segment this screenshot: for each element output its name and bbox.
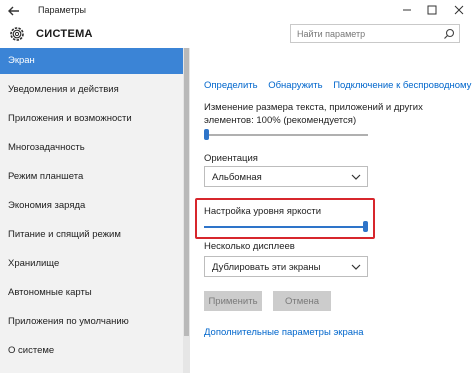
display-links: Определить Обнаружить Подключение к бесп… [204,80,474,91]
sidebar-item-label: Приложения по умолчанию [8,316,129,327]
back-arrow-icon[interactable] [6,3,22,19]
multiple-displays-dropdown[interactable]: Дублировать эти экраны [204,256,368,277]
apply-button-label: Применить [208,296,258,307]
identify-link[interactable]: Определить [204,80,258,91]
wireless-display-link[interactable]: Подключение к беспроводному [333,80,471,91]
sidebar-item-storage[interactable]: Хранилище [0,251,183,277]
sidebar-item-display[interactable]: Экран [0,48,183,74]
close-icon[interactable] [452,3,466,17]
sidebar-scroll-thumb[interactable] [184,48,189,336]
search-placeholder: Найти параметр [297,29,366,39]
window-title: Параметры [38,5,86,15]
detect-link[interactable]: Обнаружить [268,80,322,91]
advanced-display-settings-link[interactable]: Дополнительные параметры экрана [204,327,364,338]
maximize-icon[interactable] [425,3,439,17]
sidebar-item-label: Хранилище [8,258,60,269]
sidebar-item-label: Приложения и возможности [8,113,132,124]
sidebar-item-apps[interactable]: Приложения и возможности [0,106,183,132]
minimize-icon[interactable] [400,3,414,17]
scale-slider-track[interactable] [204,134,368,136]
cancel-button-label: Отмена [284,296,320,307]
sidebar-item-about[interactable]: О системе [0,338,183,364]
chevron-down-icon [351,264,361,270]
search-input[interactable]: Найти параметр [290,24,460,43]
orientation-label: Ориентация [204,153,258,164]
sidebar-item-label: О системе [8,345,55,356]
sidebar-item-label: Режим планшета [8,171,84,182]
sidebar-item-default-apps[interactable]: Приложения по умолчанию [0,309,183,335]
sidebar-item-label: Питание и спящий режим [8,229,121,240]
sidebar-item-multitasking[interactable]: Многозадачность [0,135,183,161]
search-icon[interactable] [443,28,455,40]
sidebar-item-label: Многозадачность [8,142,85,153]
cancel-button[interactable]: Отмена [273,291,331,311]
sidebar-item-offline-maps[interactable]: Автономные карты [0,280,183,306]
scale-label-line2: элементов: 100% (рекомендуется) [204,115,357,126]
sidebar-item-battery-saver[interactable]: Экономия заряда [0,193,183,219]
sidebar-item-label: Автономные карты [8,287,92,298]
sidebar: Экран Уведомления и действия Приложения … [0,48,183,373]
multiple-displays-value: Дублировать эти экраны [212,262,321,273]
apply-button[interactable]: Применить [204,291,262,311]
orientation-value: Альбомная [212,172,262,183]
sidebar-item-label: Экономия заряда [8,200,86,211]
title-bar: Параметры [0,0,474,22]
app-header: СИСТЕМА Найти параметр [0,22,474,48]
scale-label-line1: Изменение размера текста, приложений и д… [204,102,423,113]
orientation-dropdown[interactable]: Альбомная [204,166,368,187]
sidebar-item-power-sleep[interactable]: Питание и спящий режим [0,222,183,248]
sidebar-item-tablet-mode[interactable]: Режим планшета [0,164,183,190]
chevron-down-icon [351,174,361,180]
sidebar-item-label: Уведомления и действия [8,84,119,95]
gear-icon [10,27,24,41]
scale-slider-thumb[interactable] [204,129,209,140]
multiple-displays-label: Несколько дисплеев [204,241,295,252]
sidebar-item-notifications[interactable]: Уведомления и действия [0,77,183,103]
sidebar-item-label: Экран [8,55,35,66]
app-title: СИСТЕМА [36,28,93,40]
brightness-highlight-box [195,198,375,239]
